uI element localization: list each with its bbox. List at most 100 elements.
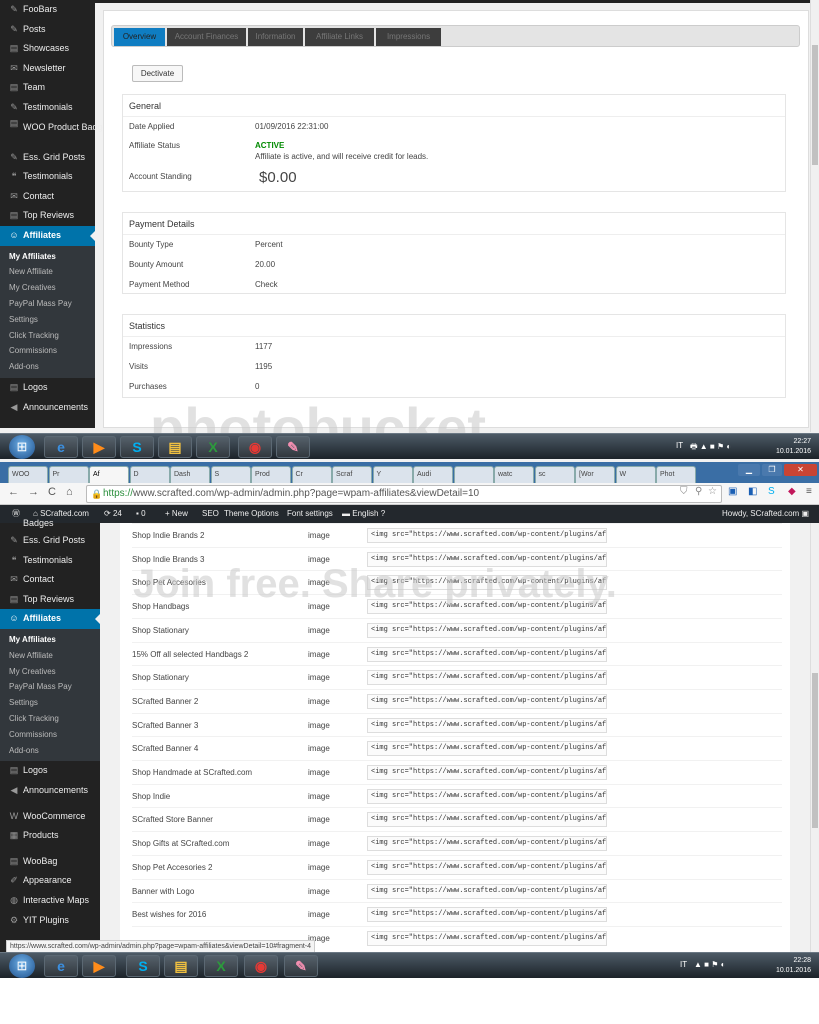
scrollbar-thumb-2[interactable] bbox=[812, 673, 818, 828]
creative-name[interactable]: Shop Gifts at SCrafted.com bbox=[132, 839, 229, 848]
creative-name[interactable]: SCrafted Banner 3 bbox=[132, 721, 198, 730]
sidebar-item-woo-product-badges[interactable]: ▤ WOO Product Badges bbox=[0, 118, 112, 148]
submenu-item-paypal-mass-pay[interactable]: PayPal Mass Pay bbox=[0, 679, 100, 695]
gem-extension-icon[interactable]: ◆ bbox=[788, 486, 796, 497]
creative-snippet-field[interactable]: <img src="https://www.scrafted.com/wp-co… bbox=[367, 907, 607, 923]
creative-snippet-field[interactable]: <img src="https://www.scrafted.com/wp-co… bbox=[367, 765, 607, 780]
creative-snippet-field[interactable]: <img src="https://www.scrafted.com/wp-co… bbox=[367, 528, 607, 543]
language-indicator-2[interactable]: IT bbox=[680, 960, 687, 969]
sidebar-item-top-reviews[interactable]: ▤ Top Reviews bbox=[0, 590, 100, 610]
browser-tab[interactable]: WOO bbox=[8, 466, 48, 483]
submenu-item-my-affiliates[interactable]: My Affiliates bbox=[0, 632, 100, 648]
tray-icons-2[interactable]: ▲ ■ ⚑ ◐ bbox=[694, 960, 725, 969]
updates-link[interactable]: ⟳ 24 bbox=[104, 505, 122, 523]
wordpress-logo-icon[interactable]: Ⓦ bbox=[12, 505, 20, 523]
submenu-item-my-affiliates[interactable]: My Affiliates bbox=[0, 249, 95, 265]
creative-name[interactable]: Shop Indie Brands 2 bbox=[132, 531, 205, 540]
star-icon[interactable]: ☆ bbox=[708, 486, 717, 497]
creative-snippet-field[interactable]: <img src="https://www.scrafted.com/wp-co… bbox=[367, 599, 607, 615]
creative-snippet-field[interactable]: <img src="https://www.scrafted.com/wp-co… bbox=[367, 883, 607, 899]
language-link[interactable]: ▬ English ? bbox=[342, 505, 385, 523]
creative-name[interactable]: 15% Off all selected Handbags 2 bbox=[132, 650, 248, 659]
skype-icon[interactable]: S bbox=[120, 436, 154, 458]
submenu-item-paypal-mass-pay[interactable]: PayPal Mass Pay bbox=[0, 296, 95, 312]
creative-snippet-field[interactable]: <img src="https://www.scrafted.com/wp-co… bbox=[367, 812, 607, 828]
page-scrollbar[interactable] bbox=[810, 0, 819, 432]
sidebar-item-contact[interactable]: ✉ Contact bbox=[0, 187, 95, 207]
creative-name[interactable]: Shop Indie bbox=[132, 792, 170, 801]
creative-snippet-field[interactable]: <img src="https://www.scrafted.com/wp-co… bbox=[367, 788, 607, 804]
scrollbar-thumb[interactable] bbox=[812, 45, 818, 165]
browser-tab[interactable] bbox=[453, 466, 494, 483]
creative-name[interactable]: Banner with Logo bbox=[132, 887, 194, 896]
sidebar-item-yit-plugins[interactable]: ⚙ YIT Plugins bbox=[0, 911, 100, 931]
creative-snippet-field[interactable]: <img src="https://www.scrafted.com/wp-co… bbox=[367, 930, 607, 946]
home-icon[interactable]: ⌂ bbox=[66, 486, 73, 498]
font-settings-link[interactable]: Font settings bbox=[287, 505, 333, 523]
ie-icon[interactable]: e bbox=[44, 436, 78, 458]
sidebar-item-logos[interactable]: ▤ Logos bbox=[0, 378, 95, 398]
tab-account-finances[interactable]: Account Finances bbox=[167, 28, 246, 46]
clock[interactable]: 22:27 10.01.2016 bbox=[776, 437, 811, 457]
sidebar-item-partial[interactable]: Badges bbox=[0, 519, 100, 531]
creative-name[interactable]: Shop Handbags bbox=[132, 602, 189, 611]
forward-icon[interactable]: → bbox=[28, 486, 39, 498]
creative-name[interactable]: Shop Pet Accesories bbox=[132, 578, 206, 587]
sidebar-item-contact[interactable]: ✉ Contact bbox=[0, 570, 100, 590]
creative-snippet-field[interactable]: <img src="https://www.scrafted.com/wp-co… bbox=[367, 859, 607, 875]
extension-badge-icon[interactable]: ◧ bbox=[748, 486, 757, 497]
browser-tab[interactable]: Pr bbox=[48, 466, 89, 483]
sidebar-item-showcases[interactable]: ▤ Showcases bbox=[0, 39, 95, 59]
creative-snippet-field[interactable]: <img src="https://www.scrafted.com/wp-co… bbox=[367, 551, 607, 567]
sidebar-item-ess-grid-posts[interactable]: ✎ Ess. Grid Posts bbox=[0, 531, 100, 551]
creative-name[interactable]: Shop Pet Accesories 2 bbox=[132, 863, 213, 872]
skype-icon-2[interactable]: S bbox=[126, 955, 160, 977]
creative-snippet-field[interactable]: <img src="https://www.scrafted.com/wp-co… bbox=[367, 670, 607, 686]
paint-icon-2[interactable]: ✎ bbox=[284, 955, 318, 977]
theme-options-link[interactable]: Theme Options bbox=[224, 505, 279, 523]
browser-tab[interactable]: Prod bbox=[251, 466, 291, 483]
sidebar-item-testimonials[interactable]: ✎ Testimonials bbox=[0, 98, 95, 118]
sidebar-item-newsletter[interactable]: ✉ Newsletter bbox=[0, 59, 95, 79]
paint-icon[interactable]: ✎ bbox=[276, 436, 310, 458]
chrome-icon[interactable]: ◉ bbox=[238, 436, 272, 458]
sidebar-item-affiliates[interactable]: ☺ Affiliates bbox=[0, 225, 95, 246]
maximize-button[interactable]: ❐ bbox=[762, 464, 782, 476]
browser-tab[interactable]: Scraf bbox=[332, 466, 372, 483]
start-button[interactable]: ⊞ bbox=[9, 435, 35, 459]
sidebar-item-interactive-maps[interactable]: ◍ Interactive Maps bbox=[0, 891, 100, 911]
creative-name[interactable]: Shop Handmade at SCrafted.com bbox=[132, 768, 252, 777]
sidebar-item-woobag[interactable]: ▤ WooBag bbox=[0, 852, 100, 872]
submenu-item-commissions[interactable]: Commissions bbox=[0, 343, 95, 359]
creative-snippet-field[interactable]: <img src="https://www.scrafted.com/wp-co… bbox=[367, 741, 607, 757]
chrome-icon-2[interactable]: ◉ bbox=[244, 955, 278, 977]
media-player-icon[interactable]: ▶ bbox=[82, 436, 116, 458]
ie-icon-2[interactable]: e bbox=[44, 955, 78, 977]
creative-name[interactable]: SCrafted Banner 2 bbox=[132, 697, 198, 706]
creative-snippet-field[interactable]: <img src="https://www.scrafted.com/wp-co… bbox=[367, 717, 607, 733]
sidebar-item-team[interactable]: ▤ Team bbox=[0, 78, 95, 98]
creative-snippet-field[interactable]: <img src="https://www.scrafted.com/wp-co… bbox=[367, 575, 607, 591]
creative-snippet-field[interactable]: <img src="https://www.scrafted.com/wp-co… bbox=[367, 836, 607, 852]
sidebar-item-top-reviews[interactable]: ▤ Top Reviews bbox=[0, 206, 95, 226]
creative-snippet-field[interactable]: <img src="https://www.scrafted.com/wp-co… bbox=[367, 622, 607, 638]
new-content-link[interactable]: + New bbox=[165, 505, 188, 523]
sidebar-item-posts[interactable]: ✎ Posts bbox=[0, 20, 95, 40]
tab-impressions[interactable]: Impressions bbox=[376, 28, 441, 46]
page-scrollbar-2[interactable] bbox=[810, 523, 819, 953]
browser-tab[interactable]: Dash bbox=[170, 466, 210, 483]
browser-tab[interactable]: S bbox=[210, 466, 251, 483]
creative-snippet-field[interactable]: <img src="https://www.scrafted.com/wp-co… bbox=[367, 646, 607, 662]
browser-tab[interactable]: Audi bbox=[413, 466, 453, 483]
browser-tab[interactable]: Af bbox=[89, 466, 129, 483]
submenu-item-my-creatives[interactable]: My Creatives bbox=[0, 280, 95, 296]
skype-extension-icon[interactable]: S bbox=[768, 486, 775, 497]
submenu-item-add-ons[interactable]: Add-ons bbox=[0, 743, 100, 759]
browser-tab[interactable]: W bbox=[615, 466, 656, 483]
reload-icon[interactable]: C bbox=[48, 486, 56, 498]
deactivate-button[interactable]: Dectivate bbox=[132, 65, 183, 82]
submenu-item-settings[interactable]: Settings bbox=[0, 312, 95, 328]
start-button-2[interactable]: ⊞ bbox=[9, 954, 35, 978]
browser-tab[interactable]: Phot bbox=[656, 466, 696, 483]
browser-tab[interactable]: D bbox=[129, 466, 170, 483]
